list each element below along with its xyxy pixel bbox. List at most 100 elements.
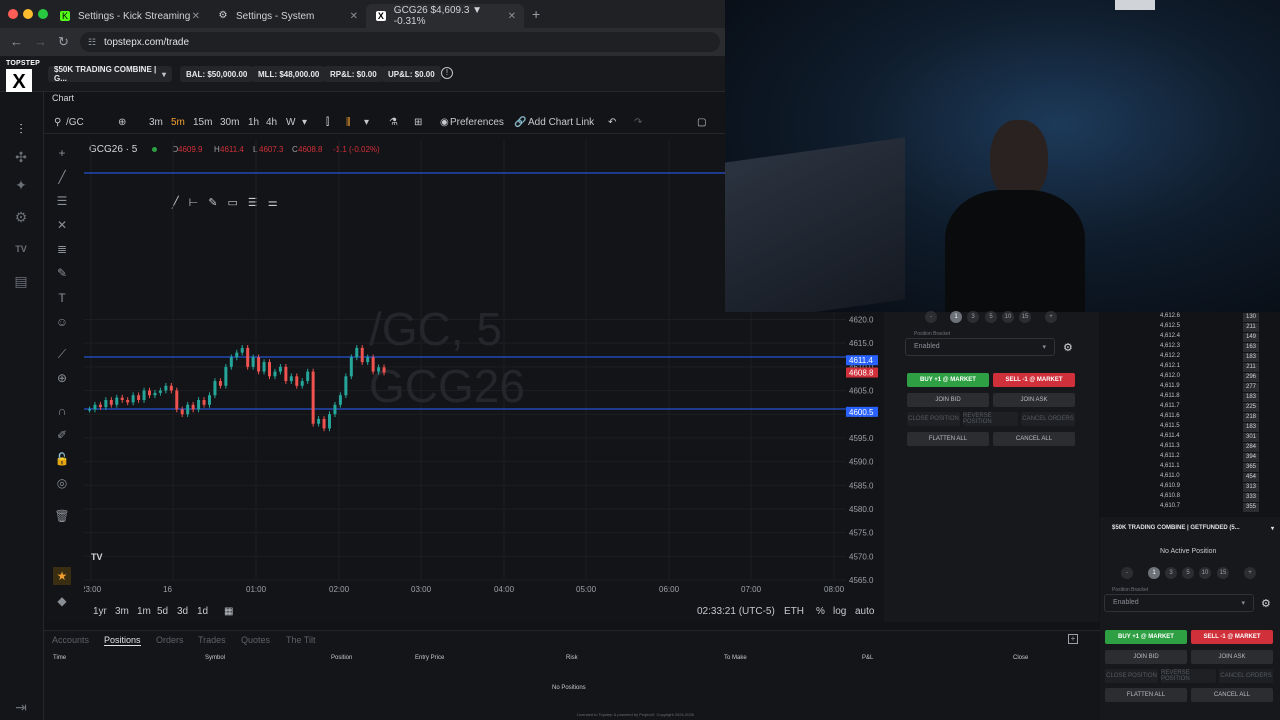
bracket-select-right[interactable]: Enabled ▾ [1104,594,1254,612]
zoom-icon[interactable]: ⊕ [53,369,71,387]
col-pnl[interactable]: P&L [862,655,873,661]
ladder-price[interactable]: 4,611.0 [1160,473,1180,479]
tf-1h[interactable]: 1h [248,117,259,128]
ladder-volume[interactable]: 333 [1243,493,1259,502]
col-close[interactable]: Close [1013,655,1028,661]
lock-icon[interactable]: 🔓 [53,450,71,468]
ladder-volume[interactable]: 284 [1243,443,1259,452]
ladder-price[interactable]: 4,610.7 [1160,503,1180,509]
gear-icon[interactable]: ⚙ [1261,597,1271,610]
add-compare-icon[interactable]: ⊕ [118,117,126,128]
ladder-price[interactable]: 4,611.4 [1160,433,1180,439]
settings-icon[interactable]: ⚙ [10,206,32,228]
browser-tab-gc[interactable]: X GCG26 $4,609.3 ▼ -0.31% ✕ [366,4,524,28]
preferences-button[interactable]: Preferences [450,117,504,128]
range-1d[interactable]: 1d [197,606,208,617]
close-icon[interactable]: ✕ [508,11,516,22]
qty-10[interactable]: 10 [1002,311,1014,323]
ladder-price[interactable]: 4,611.7 [1160,403,1180,409]
join-bid-button[interactable]: JOIN BID [907,393,989,407]
indicators-icon[interactable]: ⚗ [389,117,398,128]
range-3d[interactable]: 3d [177,606,188,617]
forward-icon[interactable]: → [34,34,47,49]
cancel-orders-button[interactable]: CANCEL ORDERS [1021,412,1075,426]
trendline-icon[interactable]: ╱ [53,168,71,186]
sell-market-button[interactable]: SELL -1 @ MARKET [993,373,1075,387]
close-position-button-right[interactable]: CLOSE POSITION [1105,669,1158,683]
reverse-position-button[interactable]: REVERSE POSITION [963,412,1018,426]
auto-toggle[interactable]: auto [855,606,874,617]
info-icon[interactable]: ! [441,67,453,79]
reload-icon[interactable]: ↻ [58,34,69,50]
session-eth[interactable]: ETH [784,606,804,617]
brush-icon[interactable]: ✎ [53,264,71,282]
tf-30m[interactable]: 30m [220,117,239,128]
ladder-price[interactable]: 4,611.6 [1160,413,1180,419]
pattern-icon[interactable]: ✕ [53,216,71,234]
chart-icon[interactable]: ⫶ [10,118,32,140]
symbol-search[interactable]: /GC [66,117,84,128]
ladder-volume[interactable]: 163 [1243,343,1259,352]
tab-accounts[interactable]: Accounts [52,635,89,645]
ladder-price[interactable]: 4,610.8 [1160,493,1180,499]
qty-5-right[interactable]: 5 [1182,567,1194,579]
chevron-down-icon[interactable]: ▾ [364,117,369,128]
qty-1-right[interactable]: 1 [1148,567,1160,579]
chart-tab[interactable]: Chart [52,93,74,103]
ladder-volume[interactable]: 218 [1243,413,1259,422]
candle-icon[interactable]: ⫼ [346,117,351,128]
crosshair-icon[interactable]: + [53,144,71,162]
back-icon[interactable]: ← [10,34,23,49]
qty-15-right[interactable]: 15 [1217,567,1229,579]
sell-market-button-right[interactable]: SELL -1 @ MARKET [1191,630,1273,644]
qty-minus-right[interactable]: - [1121,567,1133,579]
horizontal-lines-icon[interactable]: ☰ [53,192,71,210]
qty-plus-right[interactable]: + [1244,567,1256,579]
tab-orders[interactable]: Orders [156,635,184,645]
cancel-all-button[interactable]: CANCEL ALL [993,432,1075,446]
join-bid-button-right[interactable]: JOIN BID [1105,650,1187,664]
qty-1[interactable]: 1 [950,311,962,323]
bar-style-icon[interactable]: ⫿ [326,117,329,128]
tf-3m[interactable]: 3m [149,117,163,128]
calendar-icon[interactable]: ▦ [224,606,233,617]
clipboard-icon[interactable]: ▤ [10,270,32,292]
join-ask-button-right[interactable]: JOIN ASK [1191,650,1273,664]
tab-positions[interactable]: Positions [104,635,141,646]
network-icon[interactable]: ✣ [10,146,32,168]
tf-4h[interactable]: 4h [266,117,277,128]
ladder-volume[interactable]: 211 [1243,363,1259,372]
redo-icon[interactable]: ↷ [634,117,642,128]
qty-5[interactable]: 5 [985,311,997,323]
ladder-price[interactable]: 4,612.6 [1160,313,1180,319]
col-to-make[interactable]: To Make [724,655,747,661]
percent-toggle[interactable]: % [816,606,825,617]
flatten-all-button-right[interactable]: FLATTEN ALL [1105,688,1187,702]
fullscreen-icon[interactable]: ▢ [697,117,706,128]
log-toggle[interactable]: log [833,606,846,617]
col-entry-price[interactable]: Entry Price [415,655,444,661]
ladder-price[interactable]: 4,611.5 [1160,423,1180,429]
range-3m[interactable]: 3m [115,606,129,617]
qty-3[interactable]: 3 [967,311,979,323]
col-position[interactable]: Position [331,655,352,661]
tab-quotes[interactable]: Quotes [241,635,270,645]
qty-minus[interactable]: - [925,311,937,323]
preferences-icon[interactable]: ◉ [440,117,449,128]
ladder-price[interactable]: 4,612.4 [1160,333,1180,339]
col-time[interactable]: Time [53,655,66,661]
tools-icon[interactable]: ✦ [10,174,32,196]
close-window-icon[interactable] [8,9,18,19]
tf-5m[interactable]: 5m [171,117,185,128]
logout-icon[interactable]: ⇥ [10,696,32,718]
ladder-price[interactable]: 4,612.1 [1160,363,1180,369]
link-icon[interactable]: 🔗 [514,117,526,128]
account-selector[interactable]: $50K TRADING COMBINE | G... ▾ [48,65,172,83]
ladder-volume[interactable]: 211 [1243,323,1259,332]
symbol-search-icon[interactable]: ⚲ [54,117,61,128]
ruler-icon[interactable]: ⟋ [53,345,71,363]
ladder-volume[interactable]: 183 [1243,393,1259,402]
maximize-window-icon[interactable] [38,9,48,19]
new-tab-icon[interactable]: + [532,6,540,22]
url-field[interactable]: ☷ topstepx.com/trade [80,32,720,52]
